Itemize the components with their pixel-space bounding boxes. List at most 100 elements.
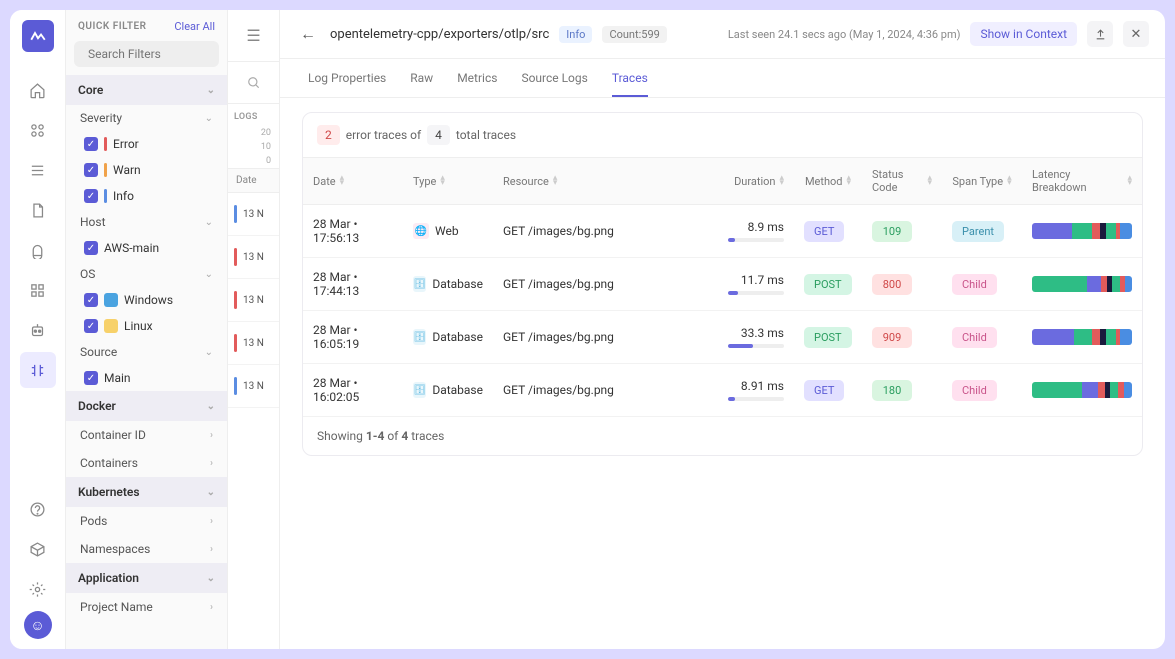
- col-resource[interactable]: Resource▴▾: [493, 158, 704, 204]
- nav-bell-icon[interactable]: [20, 232, 56, 268]
- date-header[interactable]: Date: [228, 168, 279, 193]
- cell-method: GET: [794, 368, 862, 413]
- logs-column: ☰ LOGS 20100 Date 13 N13 N13 N13 N13 N: [228, 10, 280, 649]
- cell-status: 180: [862, 368, 942, 413]
- cell-type: 🗄Database: [403, 370, 493, 410]
- filter-os-linux[interactable]: ✓Linux: [66, 313, 227, 339]
- subsection-severity[interactable]: Severity⌄: [66, 105, 227, 131]
- log-row-stub[interactable]: 13 N: [228, 193, 279, 236]
- filter-severity-error[interactable]: ✓Error: [66, 131, 227, 157]
- checkbox-icon[interactable]: ✓: [84, 189, 98, 203]
- cell-method: POST: [794, 315, 862, 360]
- tab-metrics[interactable]: Metrics: [457, 59, 497, 97]
- checkbox-icon[interactable]: ✓: [84, 241, 98, 255]
- nav-file-icon[interactable]: [20, 192, 56, 228]
- checkbox-icon[interactable]: ✓: [84, 319, 98, 333]
- trace-row[interactable]: 28 Mar • 17:44:13 🗄Database GET /images/…: [303, 258, 1142, 311]
- search-filters-input[interactable]: [74, 41, 219, 67]
- cell-span: Child: [942, 368, 1022, 413]
- docker-item[interactable]: Containers›: [66, 449, 227, 477]
- nav-bot-icon[interactable]: [20, 312, 56, 348]
- filter-host[interactable]: ✓AWS-main: [66, 235, 227, 261]
- log-row-stub[interactable]: 13 N: [228, 279, 279, 322]
- nav-gear-icon[interactable]: [20, 571, 56, 607]
- cell-type: 🌐Web: [403, 211, 493, 251]
- k8s-item[interactable]: Pods›: [66, 507, 227, 535]
- cell-span: Child: [942, 262, 1022, 307]
- last-seen-text: Last seen 24.1 secs ago (May 1, 2024, 4:…: [728, 28, 961, 41]
- tab-log properties[interactable]: Log Properties: [308, 59, 386, 97]
- clear-all-link[interactable]: Clear All: [174, 20, 215, 33]
- type-icon: 🗄: [413, 382, 426, 398]
- tab-raw[interactable]: Raw: [410, 59, 433, 97]
- close-icon[interactable]: ✕: [1123, 21, 1149, 47]
- trace-row[interactable]: 28 Mar • 16:02:05 🗄Database GET /images/…: [303, 364, 1142, 417]
- nav-traces-icon[interactable]: [20, 352, 56, 388]
- nav-box-icon[interactable]: [20, 531, 56, 567]
- cell-latency: [1022, 370, 1142, 410]
- tab-source logs[interactable]: Source Logs: [521, 59, 587, 97]
- cell-type: 🗄Database: [403, 317, 493, 357]
- trace-row[interactable]: 28 Mar • 16:05:19 🗄Database GET /images/…: [303, 311, 1142, 364]
- subsection-host[interactable]: Host⌄: [66, 209, 227, 235]
- log-row-stub[interactable]: 13 N: [228, 365, 279, 408]
- filter-severity-info[interactable]: ✓Info: [66, 183, 227, 209]
- search-icon[interactable]: [228, 62, 279, 104]
- logo[interactable]: [22, 20, 54, 52]
- section-application[interactable]: Application⌄: [66, 563, 227, 593]
- nav-help-icon[interactable]: [20, 491, 56, 527]
- breadcrumb-path: opentelemetry-cpp/exporters/otlp/src: [330, 27, 549, 42]
- checkbox-icon[interactable]: ✓: [84, 371, 98, 385]
- filter-severity-warn[interactable]: ✓Warn: [66, 157, 227, 183]
- quick-filter-title: QUICK FILTER: [78, 21, 146, 32]
- error-count: 2: [317, 125, 340, 145]
- checkbox-icon[interactable]: ✓: [84, 163, 98, 177]
- cell-duration: 8.9 ms: [704, 208, 794, 254]
- traces-summary: 2 error traces of 4 total traces: [303, 113, 1142, 157]
- main-panel: ← opentelemetry-cpp/exporters/otlp/src I…: [280, 10, 1165, 649]
- show-in-context-button[interactable]: Show in Context: [970, 22, 1077, 46]
- cell-latency: [1022, 264, 1142, 304]
- col-method[interactable]: Method▴▾: [794, 158, 862, 204]
- count-badge: Count:599: [602, 26, 666, 43]
- cell-method: GET: [794, 209, 862, 254]
- col-duration[interactable]: Duration▴▾: [704, 158, 794, 204]
- col-span type[interactable]: Span Type▴▾: [942, 158, 1022, 204]
- nav-list-icon[interactable]: [20, 152, 56, 188]
- icon-rail: ☺: [10, 10, 66, 649]
- cell-date: 28 Mar • 17:44:13: [303, 258, 403, 310]
- subsection-os[interactable]: OS⌄: [66, 261, 227, 287]
- section-kubernetes[interactable]: Kubernetes⌄: [66, 477, 227, 507]
- col-date[interactable]: Date▴▾: [303, 158, 403, 204]
- log-row-stub[interactable]: 13 N: [228, 236, 279, 279]
- cell-duration: 11.7 ms: [704, 261, 794, 307]
- section-core[interactable]: Core⌄: [66, 75, 227, 105]
- filter-os-windows[interactable]: ✓Windows: [66, 287, 227, 313]
- info-badge: Info: [559, 26, 592, 43]
- back-button[interactable]: ←: [296, 20, 320, 48]
- docker-item[interactable]: Container ID›: [66, 421, 227, 449]
- nav-apps-icon[interactable]: [20, 112, 56, 148]
- nav-grid-icon[interactable]: [20, 272, 56, 308]
- export-icon[interactable]: [1087, 21, 1113, 47]
- checkbox-icon[interactable]: ✓: [84, 293, 98, 307]
- col-latency breakdown[interactable]: Latency Breakdown▴▾: [1022, 158, 1142, 204]
- checkbox-icon[interactable]: ✓: [84, 137, 98, 151]
- cell-resource: GET /images/bg.png: [493, 212, 704, 250]
- trace-row[interactable]: 28 Mar • 17:56:13 🌐Web GET /images/bg.pn…: [303, 205, 1142, 258]
- hamburger-icon[interactable]: ☰: [228, 10, 279, 62]
- total-count: 4: [427, 125, 450, 145]
- section-docker[interactable]: Docker⌄: [66, 391, 227, 421]
- filter-source[interactable]: ✓Main: [66, 365, 227, 391]
- col-status code[interactable]: Status Code▴▾: [862, 158, 942, 204]
- nav-home-icon[interactable]: [20, 72, 56, 108]
- log-row-stub[interactable]: 13 N: [228, 322, 279, 365]
- cell-latency: [1022, 211, 1142, 251]
- app-item[interactable]: Project Name›: [66, 593, 227, 621]
- subsection-source[interactable]: Source⌄: [66, 339, 227, 365]
- tab-traces[interactable]: Traces: [612, 59, 648, 97]
- k8s-item[interactable]: Namespaces›: [66, 535, 227, 563]
- col-type[interactable]: Type▴▾: [403, 158, 493, 204]
- cell-latency: [1022, 317, 1142, 357]
- avatar[interactable]: ☺: [24, 611, 52, 639]
